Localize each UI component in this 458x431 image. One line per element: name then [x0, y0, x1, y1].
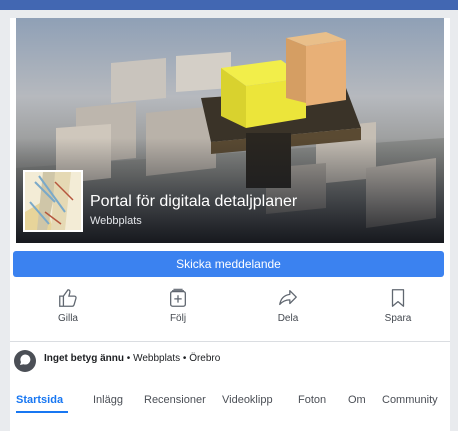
- save-label: Spara: [384, 313, 412, 324]
- tab-recensioner[interactable]: Recensioner: [144, 390, 206, 410]
- page-header-card: Portal för digitala detaljplaner Webbpla…: [10, 18, 450, 431]
- page-category: Webbplats: [90, 215, 142, 227]
- info-separator-1: •: [124, 353, 134, 364]
- rating-icon: [14, 350, 36, 372]
- follow-button[interactable]: Följ: [138, 283, 218, 331]
- action-bar: Gilla Följ Dela Spara: [10, 283, 450, 333]
- tab-videoklipp[interactable]: Videoklipp: [222, 390, 273, 410]
- follow-label: Följ: [169, 313, 187, 324]
- info-location[interactable]: Örebro: [189, 353, 220, 364]
- follow-icon: [170, 288, 186, 307]
- top-app-bar: [0, 0, 458, 10]
- info-type: Webbplats: [133, 353, 181, 364]
- like-button[interactable]: Gilla: [28, 283, 108, 331]
- section-divider: [10, 341, 450, 342]
- rating-text: Inget betyg ännu: [44, 353, 124, 364]
- like-label: Gilla: [57, 313, 78, 324]
- page-info-text: Inget betyg ännu • Webbplats • Örebro: [44, 353, 220, 364]
- info-separator-2: •: [180, 353, 190, 364]
- send-message-button[interactable]: Skicka meddelande: [13, 251, 444, 277]
- cover-photo[interactable]: Portal för digitala detaljplaner Webbpla…: [16, 18, 444, 243]
- page-info-row: Inget betyg ännu • Webbplats • Örebro: [14, 348, 444, 374]
- tab-startsida[interactable]: Startsida: [16, 390, 63, 410]
- share-icon: [279, 290, 297, 306]
- page-title: Portal för digitala detaljplaner: [90, 193, 298, 210]
- active-tab-indicator: [16, 411, 68, 413]
- tab-foton[interactable]: Foton: [298, 390, 326, 410]
- map-thumbnail-icon: [25, 172, 81, 230]
- share-label: Dela: [277, 313, 299, 324]
- save-button[interactable]: Spara: [358, 283, 438, 331]
- thumbs-up-icon: [59, 289, 77, 307]
- page-tabs: Startsida Inlägg Recensioner Videoklipp …: [10, 390, 450, 414]
- tab-om[interactable]: Om: [348, 390, 366, 410]
- tab-community[interactable]: Community: [382, 390, 438, 410]
- bookmark-icon: [391, 289, 405, 307]
- profile-picture[interactable]: [23, 170, 83, 232]
- tab-inlagg[interactable]: Inlägg: [93, 390, 123, 410]
- share-button[interactable]: Dela: [248, 283, 328, 331]
